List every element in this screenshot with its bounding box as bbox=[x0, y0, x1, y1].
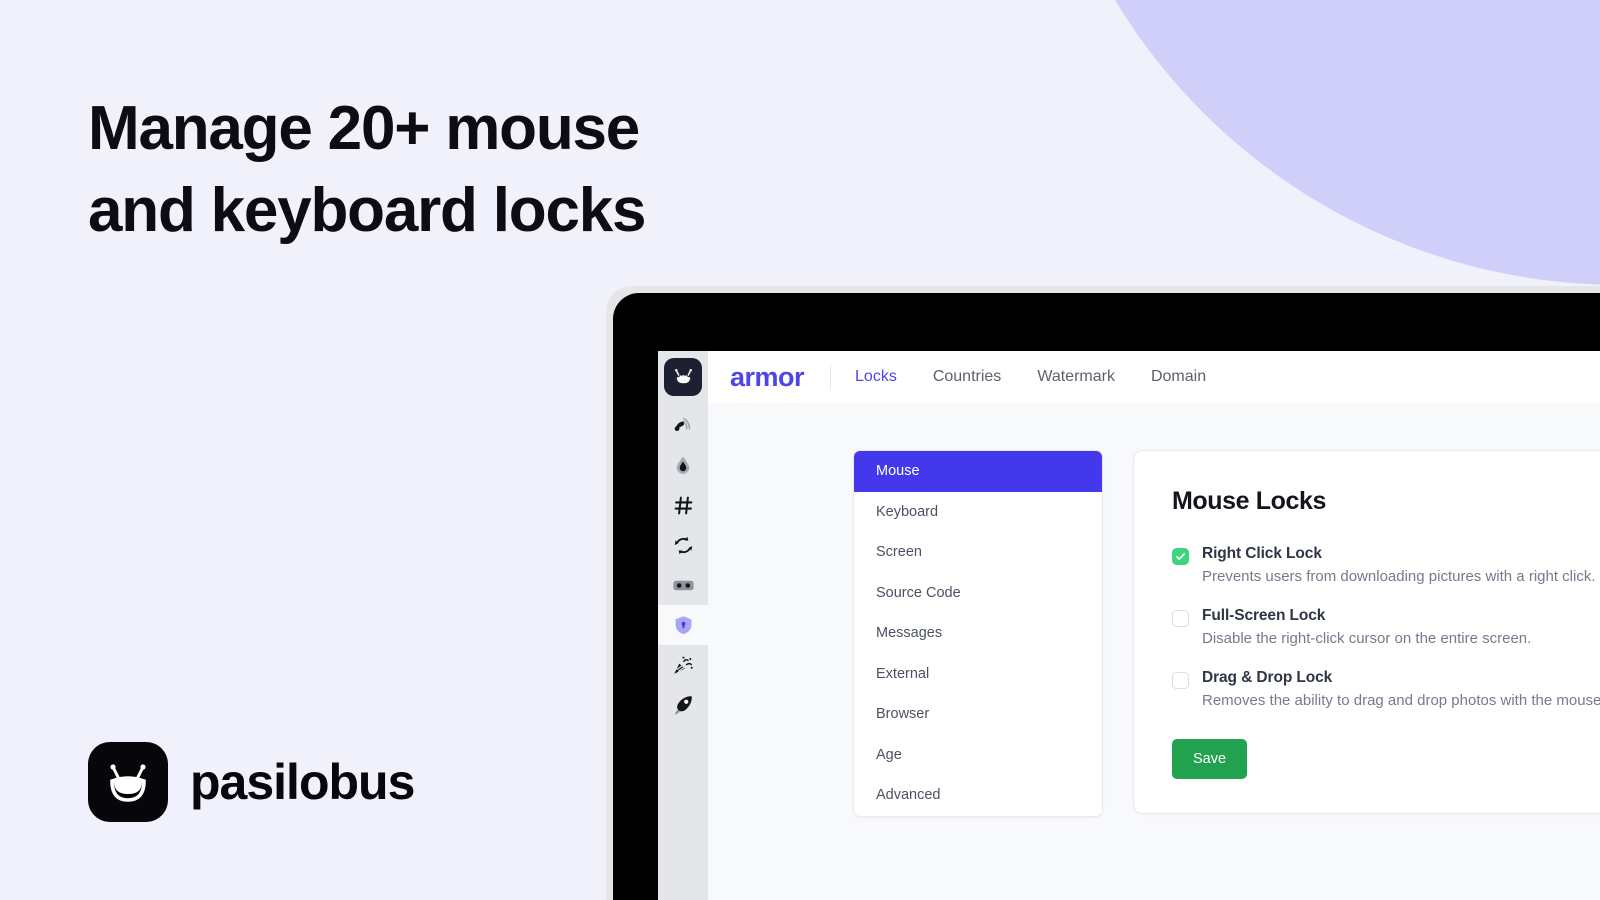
brand-wordmark: pasilobus bbox=[190, 754, 415, 810]
refresh-sync-icon[interactable] bbox=[658, 525, 708, 565]
option-label: Full-Screen Lock bbox=[1202, 607, 1326, 624]
nav-tab-watermark[interactable]: Watermark bbox=[1037, 368, 1115, 386]
option-text-group: Full-Screen Lock Disable the right-click… bbox=[1202, 607, 1531, 647]
rocket-icon[interactable] bbox=[658, 685, 708, 725]
sidebar-item-external[interactable]: External bbox=[854, 654, 1102, 695]
sidebar-item-advanced[interactable]: Advanced bbox=[854, 775, 1102, 816]
sidebar-item-messages[interactable]: Messages bbox=[854, 613, 1102, 654]
option-text-group: Drag & Drop Lock Removes the ability to … bbox=[1202, 669, 1600, 709]
application-window: armor Locks Countries Watermark Domain M… bbox=[708, 351, 1600, 900]
option-text-group: Right Click Lock Prevents users from dow… bbox=[1202, 545, 1596, 585]
option-full-screen-lock: Full-Screen Lock Disable the right-click… bbox=[1172, 607, 1600, 647]
nav-tab-locks[interactable]: Locks bbox=[855, 368, 897, 386]
checkbox-right-click-lock[interactable] bbox=[1172, 548, 1189, 565]
headline-line-2: and keyboard locks bbox=[88, 176, 646, 246]
party-popper-icon[interactable] bbox=[658, 645, 708, 685]
shield-lock-icon[interactable] bbox=[658, 605, 708, 645]
sidebar-item-age[interactable]: Age bbox=[854, 735, 1102, 776]
hashtag-icon[interactable] bbox=[658, 485, 708, 525]
locks-category-list: Mouse Keyboard Screen Source Code Messag… bbox=[853, 450, 1103, 817]
option-description: Prevents users from downloading pictures… bbox=[1202, 568, 1596, 585]
option-description: Removes the ability to drag and drop pho… bbox=[1202, 692, 1600, 709]
headline-line-1: Manage 20+ mouse bbox=[88, 94, 640, 163]
mouse-locks-panel: Mouse Locks Right Click Lock Prevents us… bbox=[1133, 450, 1600, 814]
app-logo-icon[interactable] bbox=[664, 358, 702, 396]
brand-lockup: pasilobus bbox=[88, 742, 415, 822]
sidebar-item-source-code[interactable]: Source Code bbox=[854, 573, 1102, 614]
option-label: Drag & Drop Lock bbox=[1202, 669, 1333, 686]
save-button[interactable]: Save bbox=[1172, 739, 1248, 779]
satellite-dish-icon[interactable] bbox=[658, 405, 708, 445]
pasilobus-smiley-logo bbox=[88, 742, 168, 822]
armor-brand-wordmark: armor bbox=[730, 361, 805, 392]
page-title: Manage 20+ mouse and keyboard locks bbox=[88, 88, 788, 253]
app-topbar: armor Locks Countries Watermark Domain bbox=[708, 351, 1600, 403]
workspace: Mouse Keyboard Screen Source Code Messag… bbox=[708, 403, 1600, 900]
nav-tab-domain[interactable]: Domain bbox=[1151, 368, 1206, 386]
sidebar-item-keyboard[interactable]: Keyboard bbox=[854, 492, 1102, 533]
topbar-divider bbox=[830, 365, 832, 389]
option-drag-drop-lock: Drag & Drop Lock Removes the ability to … bbox=[1172, 669, 1600, 709]
sidebar-item-screen[interactable]: Screen bbox=[854, 532, 1102, 573]
device-screen: armor Locks Countries Watermark Domain M… bbox=[658, 351, 1600, 900]
checkbox-full-screen-lock[interactable] bbox=[1172, 610, 1189, 627]
top-navigation: Locks Countries Watermark Domain bbox=[855, 368, 1206, 386]
vr-goggles-icon[interactable] bbox=[658, 565, 708, 605]
sidebar-item-browser[interactable]: Browser bbox=[854, 694, 1102, 735]
sidebar-item-mouse[interactable]: Mouse bbox=[854, 451, 1102, 492]
laptop-device-frame: armor Locks Countries Watermark Domain M… bbox=[613, 293, 1600, 900]
decorative-arc bbox=[1030, 0, 1600, 285]
water-drop-icon[interactable] bbox=[658, 445, 708, 485]
option-label: Right Click Lock bbox=[1202, 545, 1322, 562]
icon-rail bbox=[658, 351, 708, 900]
nav-tab-countries[interactable]: Countries bbox=[933, 368, 1001, 386]
option-description: Disable the right-click cursor on the en… bbox=[1202, 630, 1532, 647]
page-root: Manage 20+ mouse and keyboard locks pasi… bbox=[0, 0, 1600, 900]
checkbox-drag-drop-lock[interactable] bbox=[1172, 672, 1189, 689]
panel-title: Mouse Locks bbox=[1172, 487, 1326, 515]
option-right-click-lock: Right Click Lock Prevents users from dow… bbox=[1172, 545, 1600, 585]
